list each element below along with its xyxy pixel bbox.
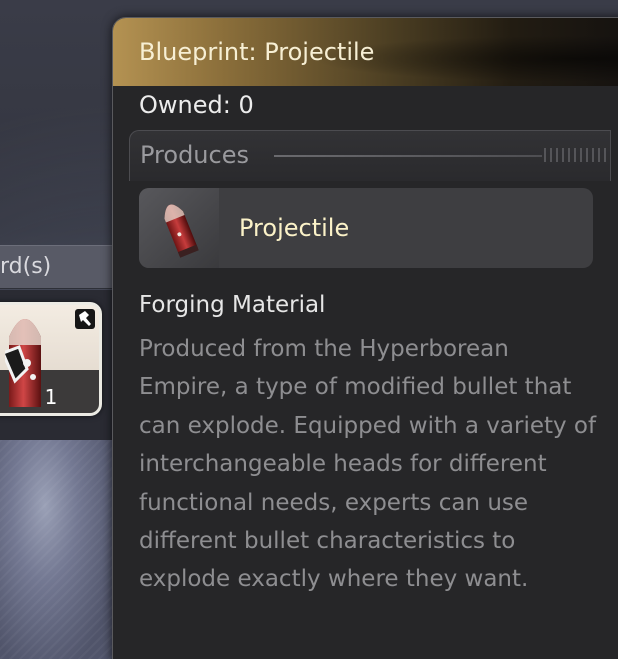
tooltip-title: Blueprint: Projectile — [139, 38, 375, 66]
produces-section: Produces — [129, 130, 611, 181]
item-quantity: 1 — [44, 385, 58, 409]
item-category: Forging Material — [139, 292, 326, 318]
item-description: Produced from the Hyperborean Empire, a … — [139, 336, 597, 593]
tooltip-header: Blueprint: Projectile — [113, 18, 618, 86]
background-strip-label: rd(s) — [0, 254, 52, 279]
owned-count: Owned: 0 — [139, 91, 254, 119]
inventory-item-slot[interactable]: 1 — [0, 302, 102, 416]
hammer-icon — [75, 309, 95, 329]
produced-item-row[interactable]: Projectile — [139, 188, 593, 268]
produces-label: Produces — [140, 141, 249, 169]
background-header-strip: rd(s) — [0, 245, 112, 289]
projectile-bullet-icon — [139, 188, 219, 268]
produces-hatch-ornament — [544, 148, 608, 162]
produced-item-name: Projectile — [239, 214, 350, 242]
item-tooltip: Blueprint: Projectile Owned: 0 Produces — [112, 17, 618, 659]
background-scenery — [0, 440, 112, 659]
produces-divider — [274, 155, 542, 157]
